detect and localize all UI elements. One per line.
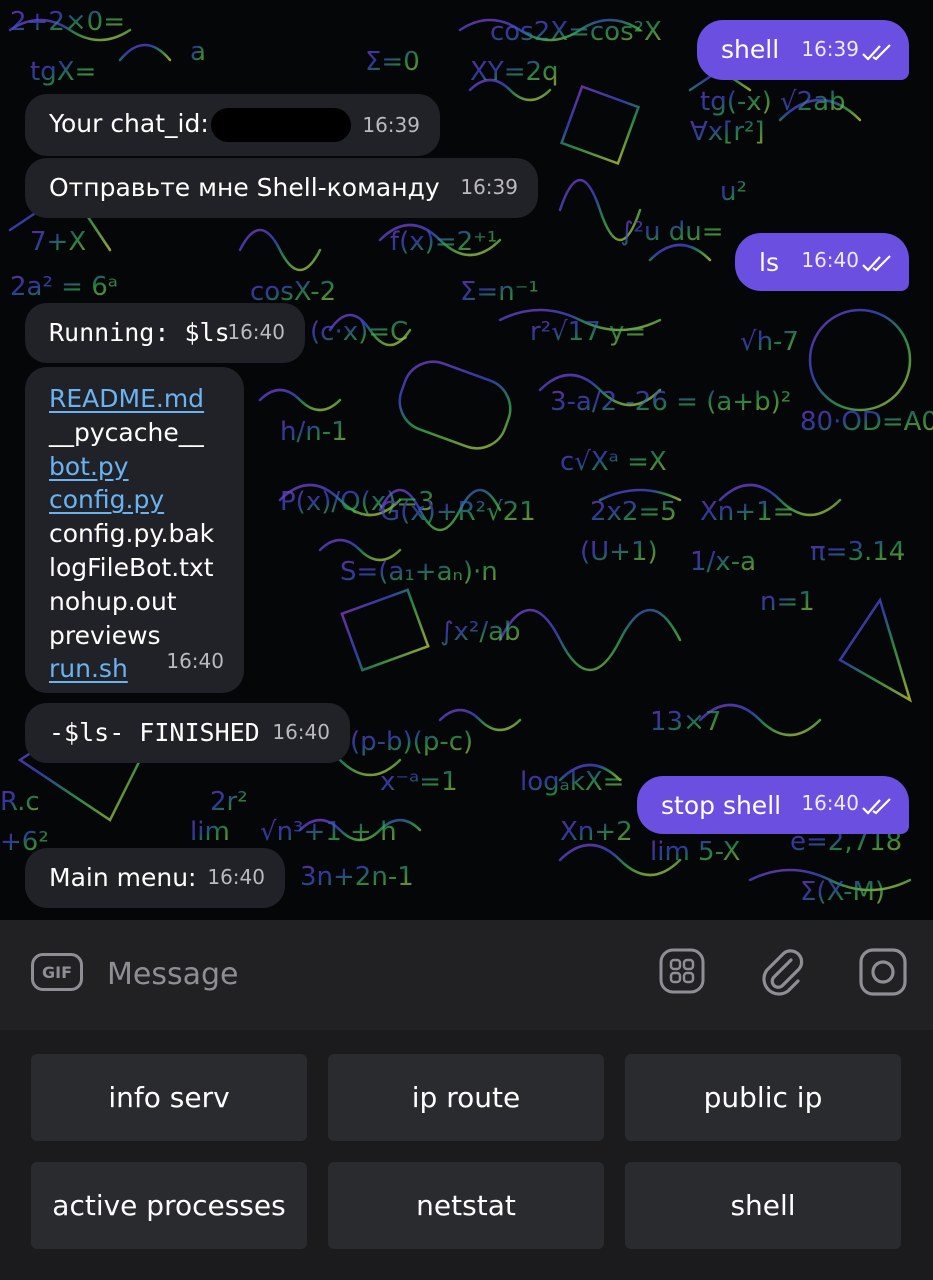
svg-text:13×7: 13×7 — [650, 707, 721, 737]
message-incoming-running[interactable]: Running: $ls 16:40 — [25, 303, 305, 363]
svg-text:(p-b)(p-c): (p-b)(p-c) — [350, 727, 473, 757]
message-outgoing-ls[interactable]: ls 16:40 — [735, 233, 909, 291]
svg-text:f(x)=2⁺¹: f(x)=2⁺¹ — [390, 227, 497, 257]
file-link-bot[interactable]: bot.py — [49, 450, 220, 484]
message-time: 16:39 — [801, 37, 859, 61]
message-text: Your chat_id: — [49, 109, 209, 138]
double-check-icon — [862, 798, 891, 815]
svg-text:Xn+1=: Xn+1= — [700, 497, 794, 527]
svg-text:1/x-a: 1/x-a — [690, 547, 756, 577]
svg-text:x⁻ᵃ=1: x⁻ᵃ=1 — [380, 767, 458, 797]
message-outgoing-shell[interactable]: shell 16:39 — [697, 20, 909, 80]
message-text: Running: $ls — [49, 318, 230, 347]
bot-reply-keyboard: info serv ip route public ip active proc… — [0, 1030, 933, 1280]
active-processes-button[interactable]: active processes — [31, 1162, 307, 1249]
file-link-config[interactable]: config.py — [49, 483, 220, 517]
svg-text:7+X: 7+X — [30, 227, 86, 257]
svg-text:2+2×0=: 2+2×0= — [10, 7, 125, 37]
svg-text:3-a/2 -26 = (a+b)²: 3-a/2 -26 = (a+b)² — [550, 387, 791, 417]
file-name: config.py.bak — [49, 519, 215, 549]
message-text: stop shell — [661, 791, 782, 820]
svg-text:lim: lim — [190, 817, 230, 847]
message-incoming-chat-id[interactable]: Your chat_id: 16:39 — [25, 94, 440, 156]
double-check-icon — [862, 44, 891, 61]
message-input[interactable] — [105, 950, 629, 998]
svg-text:S=(a₁+aₙ)·n: S=(a₁+aₙ)·n — [340, 557, 498, 587]
gif-label: GIF — [41, 962, 72, 982]
svg-text:∫x²/ab: ∫x²/ab — [440, 617, 521, 647]
svg-text:logₐkX=: logₐkX= — [520, 767, 624, 797]
svg-text:c√Xᵃ =X: c√Xᵃ =X — [560, 447, 667, 477]
svg-text:(U+1): (U+1) — [580, 537, 658, 567]
message-time: 16:39 — [362, 113, 420, 137]
message-incoming-main-menu[interactable]: Main menu: 16:40 — [25, 848, 285, 908]
gif-icon[interactable]: GIF — [31, 953, 83, 991]
public-ip-button[interactable]: public ip — [625, 1054, 901, 1141]
message-time: 16:40 — [801, 248, 859, 272]
svg-text:Σ(X-M): Σ(X-M) — [800, 877, 885, 907]
svg-text:tg(-x): tg(-x) — [700, 87, 772, 117]
message-text: shell — [721, 35, 780, 64]
sticker-icon[interactable] — [658, 947, 706, 995]
shell-button[interactable]: shell — [625, 1162, 901, 1249]
message-incoming-file-list[interactable]: README.md __pycache__ bot.py config.py c… — [25, 367, 244, 693]
message-outgoing-stop-shell[interactable]: stop shell 16:40 — [637, 776, 909, 834]
message-text: Отправьте мне Shell-команду — [49, 173, 440, 202]
svg-text:2x2=5: 2x2=5 — [590, 497, 677, 527]
message-composer: GIF — [0, 920, 933, 1030]
attach-icon[interactable] — [758, 946, 808, 996]
netstat-button[interactable]: netstat — [328, 1162, 604, 1249]
message-time: 16:39 — [460, 175, 518, 199]
svg-text:∀x[r²]: ∀x[r²] — [690, 117, 765, 147]
message-time: 16:40 — [272, 720, 330, 744]
message-time: 16:40 — [227, 320, 285, 344]
ip-route-button[interactable]: ip route — [328, 1054, 604, 1141]
svg-text:Σ=n⁻¹: Σ=n⁻¹ — [460, 277, 539, 307]
svg-text:(c·x)=C: (c·x)=C — [310, 317, 408, 347]
svg-text:n=1: n=1 — [760, 587, 815, 617]
message-time: 16:40 — [207, 865, 265, 889]
message-time: 16:40 — [801, 791, 859, 815]
svg-text:G(x)+R²√21: G(x)+R²√21 — [380, 497, 536, 527]
message-time: 16:40 — [166, 649, 224, 674]
svg-text:a: a — [190, 37, 206, 67]
svg-text:π=3.14: π=3.14 — [810, 537, 905, 567]
info-serv-button[interactable]: info serv — [31, 1054, 307, 1141]
double-check-icon — [862, 255, 891, 272]
svg-text:u²: u² — [720, 177, 747, 207]
svg-text:2r²: 2r² — [210, 787, 248, 817]
chat-area[interactable]: 2+2×0= tgX= a Σ=0 XY=2q cos2X=cos²X tg(-… — [0, 0, 933, 920]
file-link-run[interactable]: run.sh — [49, 652, 128, 686]
message-text: Main menu: — [49, 863, 197, 892]
svg-text:R.c: R.c — [0, 787, 40, 817]
redacted-block — [210, 108, 351, 142]
svg-text:√n³+1 + h: √n³+1 + h — [260, 817, 397, 847]
file-name: logFileBot.txt — [49, 552, 214, 582]
svg-text:∫²u du=: ∫²u du= — [620, 217, 723, 247]
message-incoming-finished[interactable]: -$ls- FINISHED 16:40 — [25, 703, 350, 763]
svg-text:√h-7: √h-7 — [740, 327, 799, 357]
svg-text:√2ab: √2ab — [780, 87, 846, 117]
svg-text:tgX=: tgX= — [30, 57, 96, 87]
file-link-readme[interactable]: README.md — [49, 382, 220, 416]
message-text: -$ls- FINISHED — [49, 718, 260, 747]
svg-text:Σ=0: Σ=0 — [365, 47, 420, 77]
camera-icon[interactable] — [858, 947, 908, 997]
svg-text:r²√17 y=: r²√17 y= — [530, 317, 646, 347]
message-incoming-send-command[interactable]: Отправьте мне Shell-команду 16:39 — [25, 158, 538, 218]
svg-text:h/n-1: h/n-1 — [280, 417, 348, 447]
svg-text:3n+2n-1: 3n+2n-1 — [300, 862, 414, 892]
svg-text:XY=2q: XY=2q — [470, 57, 559, 87]
svg-text:Xn+2: Xn+2 — [560, 817, 633, 847]
file-name: nohup.out — [49, 586, 177, 616]
svg-text:cos2X=cos²X: cos2X=cos²X — [490, 17, 662, 47]
svg-text:2a² = 6ᵃ: 2a² = 6ᵃ — [10, 272, 118, 302]
file-name: __pycache__ — [49, 417, 204, 447]
svg-text:80·OD=A0: 80·OD=A0 — [800, 407, 933, 437]
message-text: ls — [759, 248, 779, 277]
svg-text:lim 5-X: lim 5-X — [650, 837, 740, 867]
